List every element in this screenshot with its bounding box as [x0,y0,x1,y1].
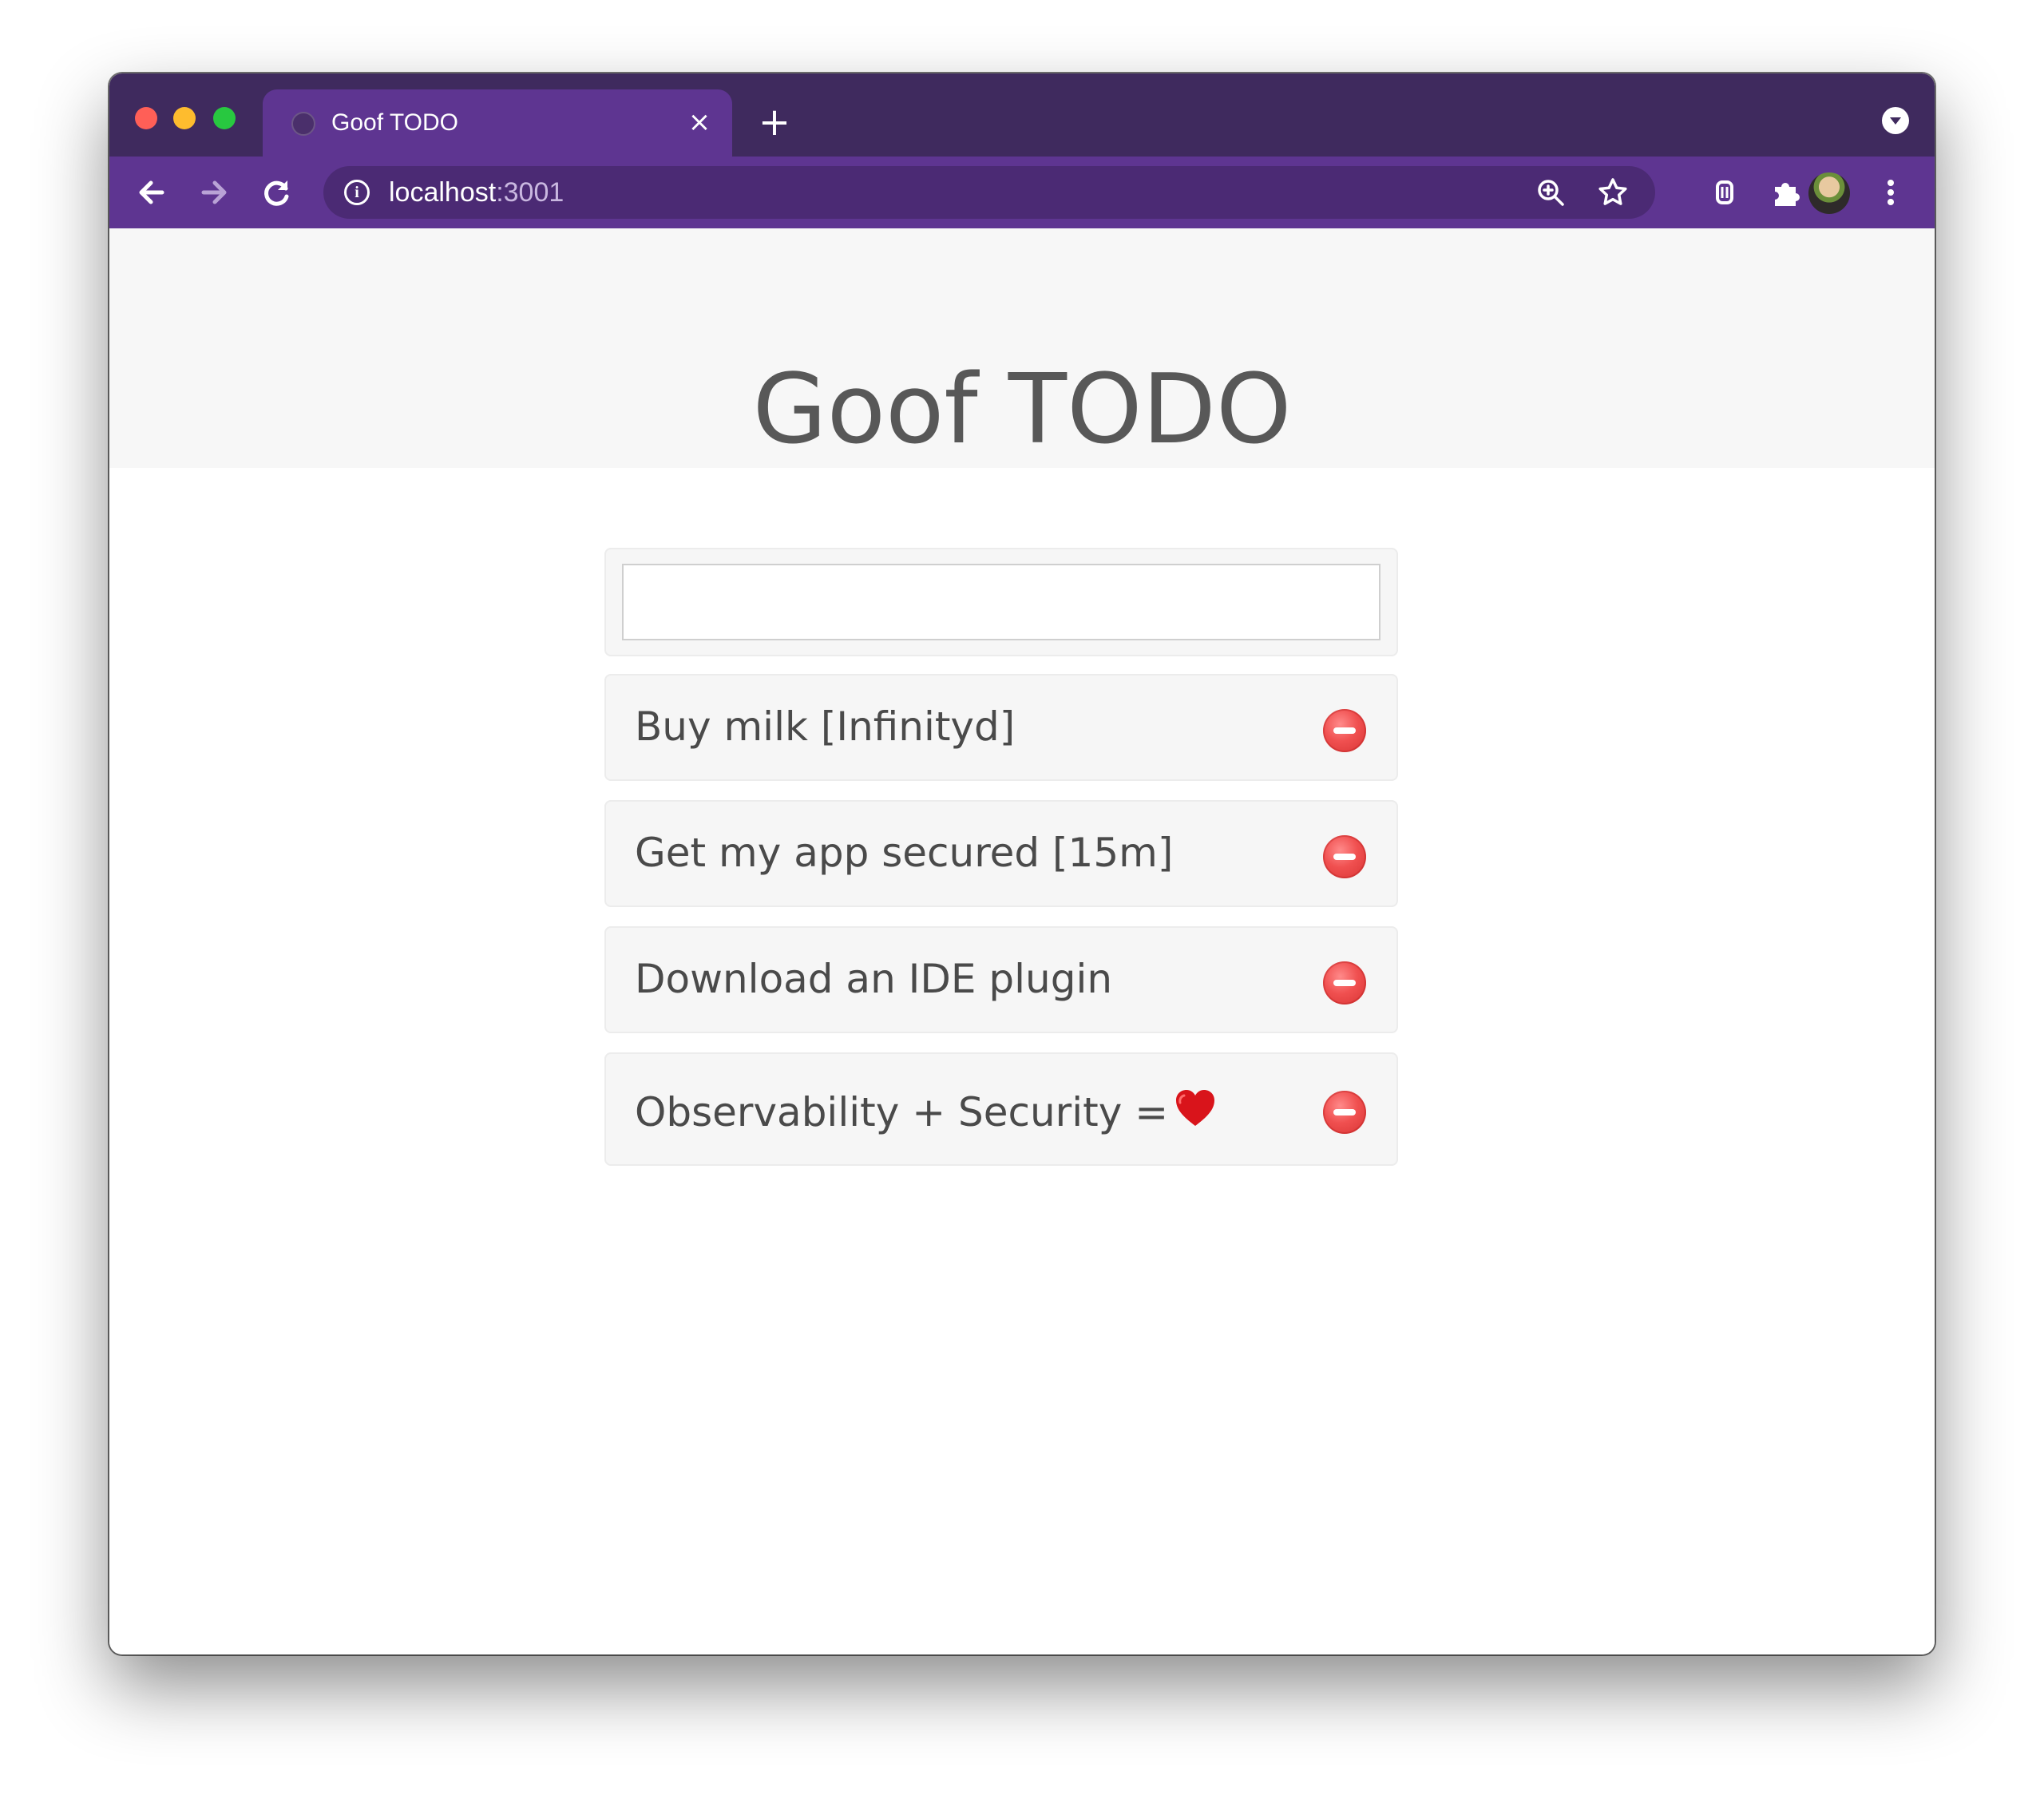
new-tab-button[interactable]: + [755,102,794,142]
minus-icon [1333,727,1356,734]
minus-icon [1333,854,1356,860]
browser-toolbar: i localhost:3001 [109,157,1935,228]
todo-text: Buy milk [Infinityd] [635,703,1016,750]
new-todo-form [604,548,1398,656]
url-port: :3001 [496,177,564,208]
extension-icon[interactable] [1703,171,1746,214]
minus-icon [1333,980,1356,986]
todo-item: Get my app secured [15m] [604,800,1398,907]
url-text: localhost:3001 [389,175,564,210]
minimize-window-button[interactable] [173,107,196,129]
address-bar[interactable]: i localhost:3001 [323,166,1655,219]
new-todo-input[interactable] [622,564,1380,640]
url-host: localhost [389,177,497,208]
minus-icon [1333,1109,1356,1115]
zoom-icon[interactable] [1532,174,1569,211]
avatar[interactable] [1808,172,1850,214]
info-icon[interactable]: i [344,180,370,205]
forward-icon[interactable] [192,171,236,214]
tab-close-icon[interactable]: × [683,105,716,139]
todo-text: Get my app secured [15m] [635,830,1174,876]
todo-text: Download an IDE plugin [635,956,1113,1002]
todo-item: Buy milk [Infinityd] [604,674,1398,781]
close-window-button[interactable] [135,107,157,129]
favicon-icon [291,112,315,136]
todo-item: Download an IDE plugin [604,926,1398,1033]
page-header: Goof TODO [109,228,1935,468]
remove-todo-button[interactable] [1323,961,1366,1005]
puzzle-icon[interactable] [1764,171,1807,214]
tab-goof-todo[interactable]: Goof TODO × [263,89,732,157]
tab-strip: Goof TODO × + [109,73,1935,157]
browser-window: Goof TODO × + i localhost:3001 Goof TODO… [109,73,1935,1654]
back-icon[interactable] [130,171,173,214]
remove-todo-button[interactable] [1323,1091,1366,1134]
remove-todo-button[interactable] [1323,709,1366,752]
menu-icon[interactable] [1869,171,1912,214]
page-title: Goof TODO [752,355,1292,466]
maximize-window-button[interactable] [213,107,236,129]
tab-search-icon[interactable] [1882,107,1909,134]
todo-text-with-heart: Observability + Security = [635,1086,1218,1136]
reload-icon[interactable] [255,171,298,214]
remove-todo-button[interactable] [1323,835,1366,878]
star-icon[interactable] [1594,174,1631,211]
heart-icon [1176,1090,1215,1126]
tab-title: Goof TODO [331,109,458,136]
todo-text: Observability + Security = [635,1089,1169,1135]
page-content: Goof TODO Buy milk [Infinityd] Get my ap… [109,228,1935,1654]
todo-item: Observability + Security = [604,1052,1398,1166]
